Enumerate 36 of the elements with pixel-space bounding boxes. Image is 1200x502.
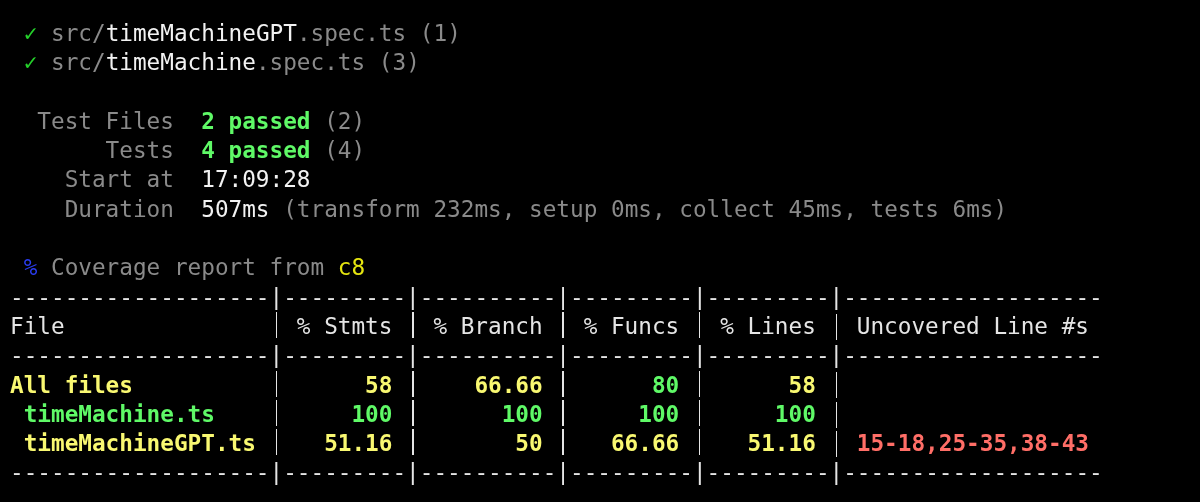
coverage-value: 100 — [638, 399, 680, 429]
table-rule: -------------------|---------|----------|---------|---------|------------------- — [10, 341, 1103, 371]
coverage-value: 66.66 — [474, 370, 543, 400]
column-header: File — [10, 311, 66, 341]
summary-value: 4 passed (4) — [201, 136, 366, 166]
summary-label: Duration — [63, 194, 174, 224]
column-header: % Branch — [433, 311, 543, 341]
spec-file-line: ✓ src/timeMachineGPT.spec.ts (1) — [23, 19, 461, 48]
coverage-value: 80 — [651, 370, 680, 400]
coverage-value: 51.16 — [747, 429, 816, 459]
column-header: % Stmts — [296, 311, 393, 341]
summary-label: Start at — [63, 165, 174, 195]
column-header: Uncovered Line #s — [856, 311, 1089, 341]
coverage-value: 100 — [351, 399, 393, 429]
coverage-value: 66.66 — [610, 429, 680, 459]
table-rule: -------------------|---------|----------|---------|---------|------------------- — [10, 458, 1103, 488]
coverage-value: 50 — [515, 429, 543, 459]
summary-label: Test Files — [36, 106, 174, 136]
file-name-cell-text: timeMachine.ts — [22, 399, 216, 429]
file-name-cell-text: timeMachineGPT.ts — [22, 429, 257, 459]
file-name-cell-text: All files — [10, 370, 134, 400]
spec-file-line: ✓ src/timeMachine.spec.ts (3) — [23, 48, 420, 78]
summary-value: 2 passed (2) — [201, 106, 366, 136]
summary-value: 17:09:28 — [201, 165, 311, 195]
uncovered-lines: 15-18,25-35,38-43 — [856, 429, 1089, 459]
summary-value: 507ms (transform 232ms, setup 0ms, collect 45ms, tests 6ms) — [201, 194, 1008, 224]
table-rule: -------------------|---------|----------|---------|---------|------------------- — [10, 282, 1103, 312]
coverage-value: 58 — [788, 370, 816, 400]
column-header: % Funcs — [583, 311, 680, 341]
summary-label: Tests — [104, 136, 174, 166]
column-header: % Lines — [720, 311, 816, 341]
coverage-value: 51.16 — [324, 429, 393, 459]
coverage-value: 100 — [501, 399, 543, 429]
coverage-heading: % Coverage report from c8 — [23, 253, 366, 283]
coverage-value: 58 — [365, 370, 393, 400]
coverage-value: 100 — [774, 399, 816, 429]
